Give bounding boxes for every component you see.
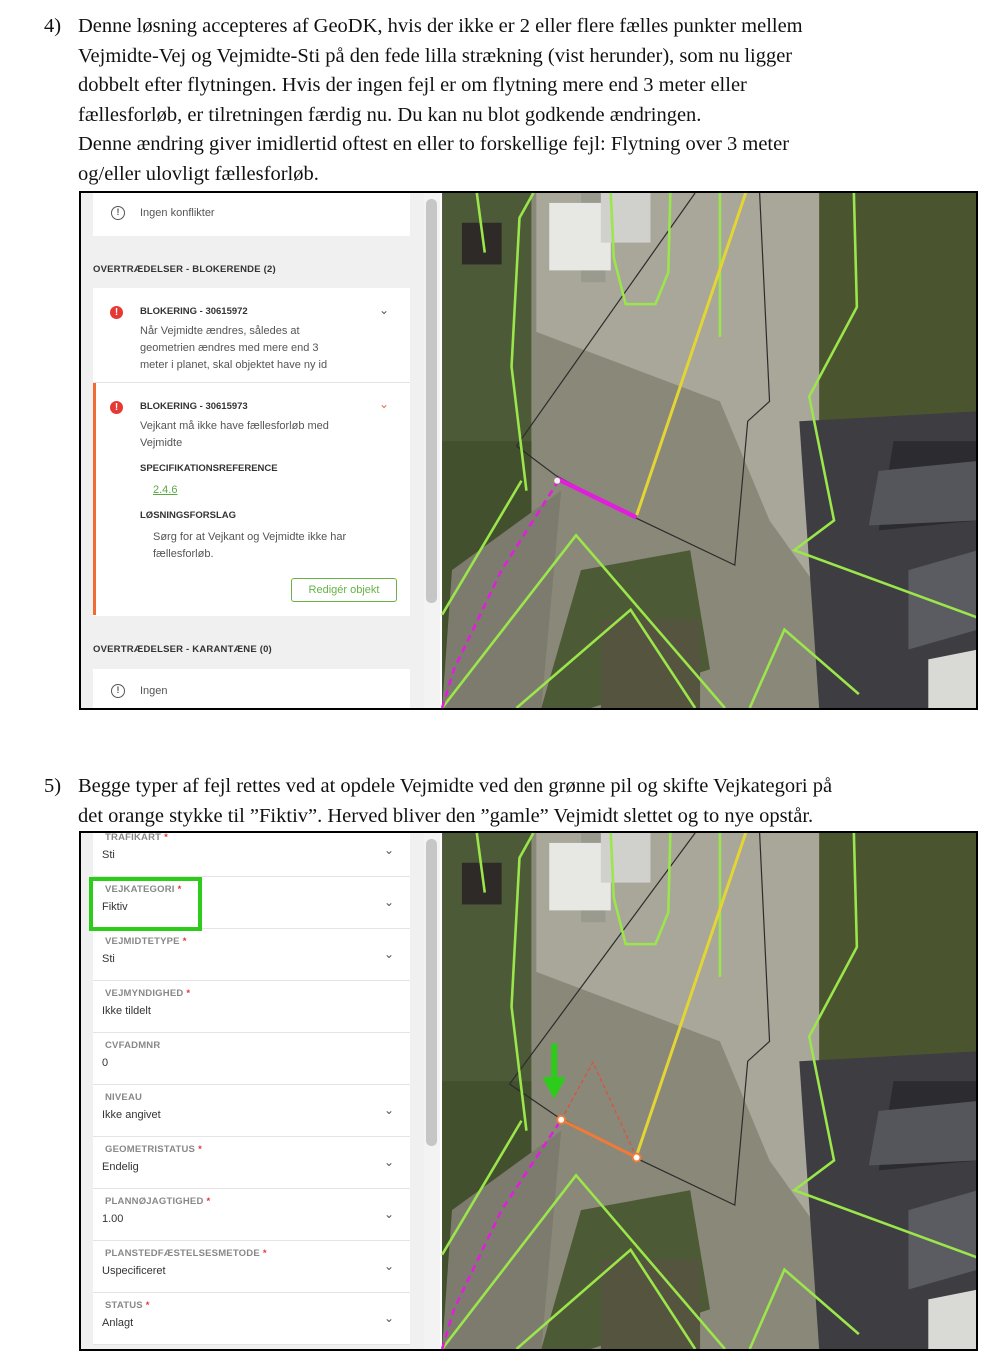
field-value: Sti [102,953,115,965]
chevron-down-icon[interactable]: ⌄ [379,303,389,317]
attribute-panel: TRAFIKART * Sti ⌄ VEJKATEGORI * Fiktiv ⌄ V… [81,833,424,1349]
field-geometristatus[interactable]: GEOMETRISTATUS * Endelig ⌄ [93,1137,410,1189]
field-value: Sti [102,849,115,861]
field-niveau[interactable]: NIVEAU Ikke angivet ⌄ [93,1085,410,1137]
field-label: TRAFIKART * [105,833,169,843]
error-title: BLOKERING - 30615972 [140,306,248,317]
step-text: Denne løsning accepteres af GeoDK, hvis … [78,12,938,190]
text-line: og/eller ulovligt fællesforløb. [78,162,319,185]
spec-reference-link[interactable]: 2.4.6 [153,484,177,496]
info-icon: ! [111,206,125,220]
none-text: Ingen [140,685,168,697]
chevron-down-icon[interactable]: ⌄ [384,1259,394,1273]
text-line: Denne ændring giver imidlertid oftest en… [78,133,790,156]
error-description: Vejmidte [140,437,183,449]
text-line: Begge typer af fejl rettes ved at opdele… [78,775,833,797]
text-line: det orange stykke til ”Fiktiv”. Herved b… [78,804,814,827]
screenshot-validation-errors: ! Ingen konflikter OVERTRÆDELSER - BLOKE… [79,191,978,710]
chevron-down-icon[interactable]: ⌄ [379,397,389,411]
text-line: fællesforløb, er tilretningen færdig nu.… [78,103,702,126]
field-status[interactable]: STATUS * Anlagt ⌄ [93,1293,410,1345]
text-line: Denne løsning accepteres af GeoDK, hvis … [78,15,803,37]
no-conflicts-text: Ingen konflikter [140,207,215,219]
error-description: Når Vejmidte ændres, således at [140,325,300,337]
field-label: STATUS * [105,1300,150,1311]
field-label: GEOMETRISTATUS * [105,1144,202,1155]
field-trafikart[interactable]: TRAFIKART * Sti ⌄ [93,833,410,877]
spec-reference-label: SPECIFIKATIONSREFERENCE [140,463,278,474]
solution-text: fællesforløb. [153,548,214,560]
scrollbar-thumb[interactable] [426,839,437,1146]
quarantine-section-title: OVERTRÆDELSER - KARANTÆNE (0) [93,644,272,655]
map-view[interactable] [440,833,978,1349]
field-label: NIVEAU [105,1092,143,1103]
step-number: 5) [44,775,62,797]
solution-text: Sørg for at Vejkant og Vejmidte ikke har [153,531,347,543]
text-line: dobbelt efter flytningen. Hvis der ingen… [78,74,747,97]
vejkategori-highlight [89,877,202,931]
error-title: BLOKERING - 30615973 [140,401,248,412]
solution-label: LØSNINGSFORSLAG [140,510,237,521]
field-label: VEJMYNDIGHED * [105,988,191,999]
chevron-down-icon[interactable]: ⌄ [384,843,394,857]
field-value: Anlagt [102,1317,134,1329]
error-description: geometrien ændres med mere end 3 [140,342,319,354]
quarantine-card: ! Ingen [93,669,410,708]
field-vejmyndighed[interactable]: VEJMYNDIGHED * Ikke tildelt [93,981,410,1033]
field-value: 0 [102,1057,109,1069]
chevron-down-icon[interactable]: ⌄ [384,1155,394,1169]
field-label: PLANSTEDFÆSTELSESMETODE * [105,1248,267,1259]
step-text: Begge typer af fejl rettes ved at opdele… [78,772,938,831]
chevron-down-icon[interactable]: ⌄ [384,1207,394,1221]
error-icon: ! [110,401,123,414]
field-vejmidtetype[interactable]: VEJMIDTETYPE * Sti ⌄ [93,929,410,981]
field-value: 1.00 [102,1213,124,1225]
field-label: PLANNØJAGTIGHED * [105,1196,211,1207]
map-view[interactable] [440,193,978,708]
error-icon: ! [110,306,123,319]
field-value: Ikke tildelt [102,1005,151,1017]
blocking-section-title: OVERTRÆDELSER - BLOKERENDE (2) [93,264,276,275]
blocking-errors-card: ! BLOKERING - 30615972 ⌄ Når Vejmidte æn… [93,288,410,616]
field-plannoejagtighed[interactable]: PLANNØJAGTIGHED * 1.00 ⌄ [93,1189,410,1241]
text-line: Vejmidte-Vej og Vejmidte-Sti på den fede… [78,44,793,67]
edit-object-button[interactable]: Redigér objekt [291,578,397,602]
field-label: CVFADMNR [105,1040,161,1051]
field-cvfadmnr[interactable]: CVFADMNR 0 [93,1033,410,1085]
validation-panel: ! Ingen konflikter OVERTRÆDELSER - BLOKE… [81,193,424,708]
error-description: Vejkant må ikke have fællesforløb med [140,420,329,432]
screenshot-attribute-form: TRAFIKART * Sti ⌄ VEJKATEGORI * Fiktiv ⌄ V… [79,831,978,1351]
field-planstedfaestelsesmetode[interactable]: PLANSTEDFÆSTELSESMETODE * Uspecificeret ⌄ [93,1241,410,1293]
selected-error-indicator [93,383,96,615]
conflicts-card: ! Ingen konflikter [93,193,410,236]
chevron-down-icon[interactable]: ⌄ [384,947,394,961]
divider [93,382,410,383]
chevron-down-icon[interactable]: ⌄ [384,1103,394,1117]
field-value: Uspecificeret [102,1265,166,1277]
scrollbar-thumb[interactable] [426,199,437,603]
error-description: meter i planet, skal objektet have ny id [140,359,328,371]
field-label: VEJMIDTETYPE * [105,936,187,947]
info-icon: ! [111,684,125,698]
chevron-down-icon[interactable]: ⌄ [384,1311,394,1325]
step-number: 4) [44,15,62,37]
chevron-down-icon[interactable]: ⌄ [384,895,394,909]
field-value: Ikke angivet [102,1109,161,1121]
field-value: Endelig [102,1161,139,1173]
